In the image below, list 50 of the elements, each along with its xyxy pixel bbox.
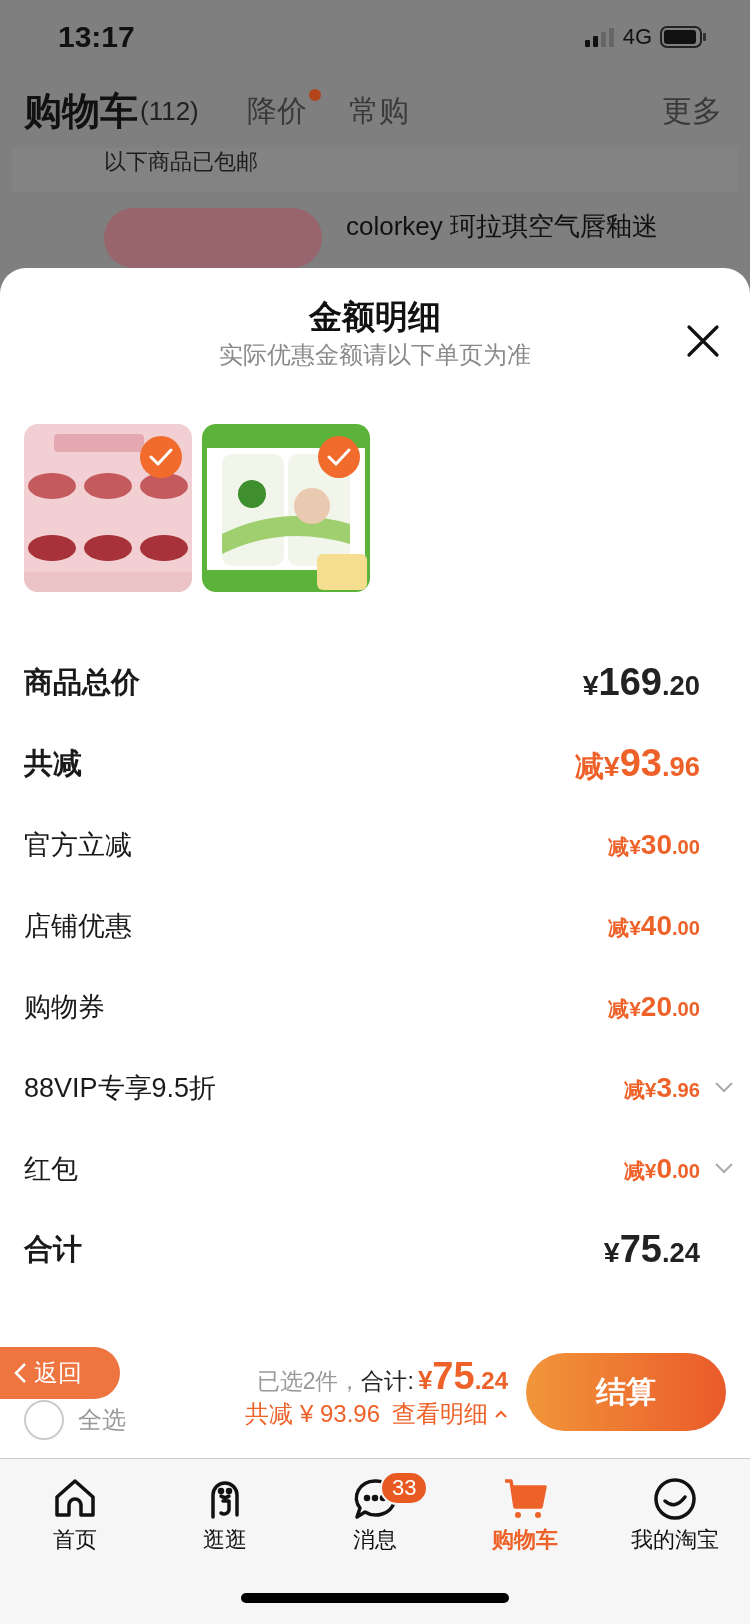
more-link[interactable]: 更多: [662, 90, 722, 132]
price-value: 减¥93.96: [574, 741, 700, 786]
price-value: 减¥20.00: [608, 990, 700, 1023]
chevron-left-icon: [12, 1361, 28, 1385]
price-label: 店铺优惠: [24, 909, 132, 943]
price-label: 红包: [24, 1152, 78, 1186]
header-tab[interactable]: 降价: [246, 90, 307, 132]
network-label: 4G: [622, 24, 652, 51]
tab-bar-item[interactable]: 逛逛: [160, 1475, 290, 1555]
price-value: 减¥0.00: [623, 1152, 700, 1185]
page-title: 购物车: [24, 88, 138, 134]
cart-count: (112): [140, 95, 199, 127]
check-icon: [149, 448, 173, 466]
price-value: 减¥40.00: [608, 909, 700, 942]
product-title: colorkey 珂拉琪空气唇釉迷: [346, 211, 659, 241]
price-label: 88VIP专享9.5折: [24, 1071, 217, 1105]
signal-icon: [584, 27, 615, 48]
battery-icon: [660, 26, 706, 49]
tab-bar-item[interactable]: 首页: [10, 1475, 140, 1555]
header-tab[interactable]: 常购: [348, 90, 409, 132]
price-value: ¥75.24: [603, 1228, 700, 1271]
total-amount: ¥75.24: [417, 1354, 508, 1398]
checkout-button[interactable]: 结算: [526, 1353, 726, 1431]
price-value: ¥169.20: [582, 661, 700, 704]
price-label: 共减: [24, 745, 82, 781]
status-time: 13:17: [58, 20, 135, 55]
tab-bar-item[interactable]: 购物车: [460, 1475, 590, 1555]
close-icon[interactable]: [686, 324, 720, 358]
unread-badge: 33: [380, 1471, 429, 1505]
chevron-down-icon[interactable]: [714, 1079, 734, 1094]
shipping-notice: 以下商品已包邮: [104, 149, 258, 175]
details-link[interactable]: 查看明细: [392, 1397, 508, 1430]
price-label: 商品总价: [24, 664, 140, 700]
sheet-title: 金额明细: [309, 297, 441, 337]
price-value: 减¥3.96: [623, 1071, 700, 1104]
total-label: 合计:: [361, 1366, 414, 1396]
chevron-up-icon: [494, 1408, 508, 1419]
price-label: 合计: [24, 1231, 82, 1267]
price-label: 官方立减: [24, 828, 132, 862]
check-icon: [327, 448, 351, 466]
price-label: 购物券: [24, 990, 105, 1024]
price-value: 减¥30.00: [608, 828, 700, 861]
selected-count: 已选2件，: [256, 1366, 362, 1396]
chevron-down-icon[interactable]: [714, 1160, 734, 1175]
select-all-label: 全选: [78, 1405, 126, 1435]
tab-bar-item[interactable]: 我的淘宝: [610, 1475, 740, 1555]
sheet-subtitle: 实际优惠金额请以下单页为准: [219, 340, 531, 370]
smile-icon: [651, 1475, 699, 1523]
saving-amount: 共减 ¥ 93.96: [245, 1398, 380, 1429]
back-button[interactable]: 返回: [0, 1347, 120, 1399]
